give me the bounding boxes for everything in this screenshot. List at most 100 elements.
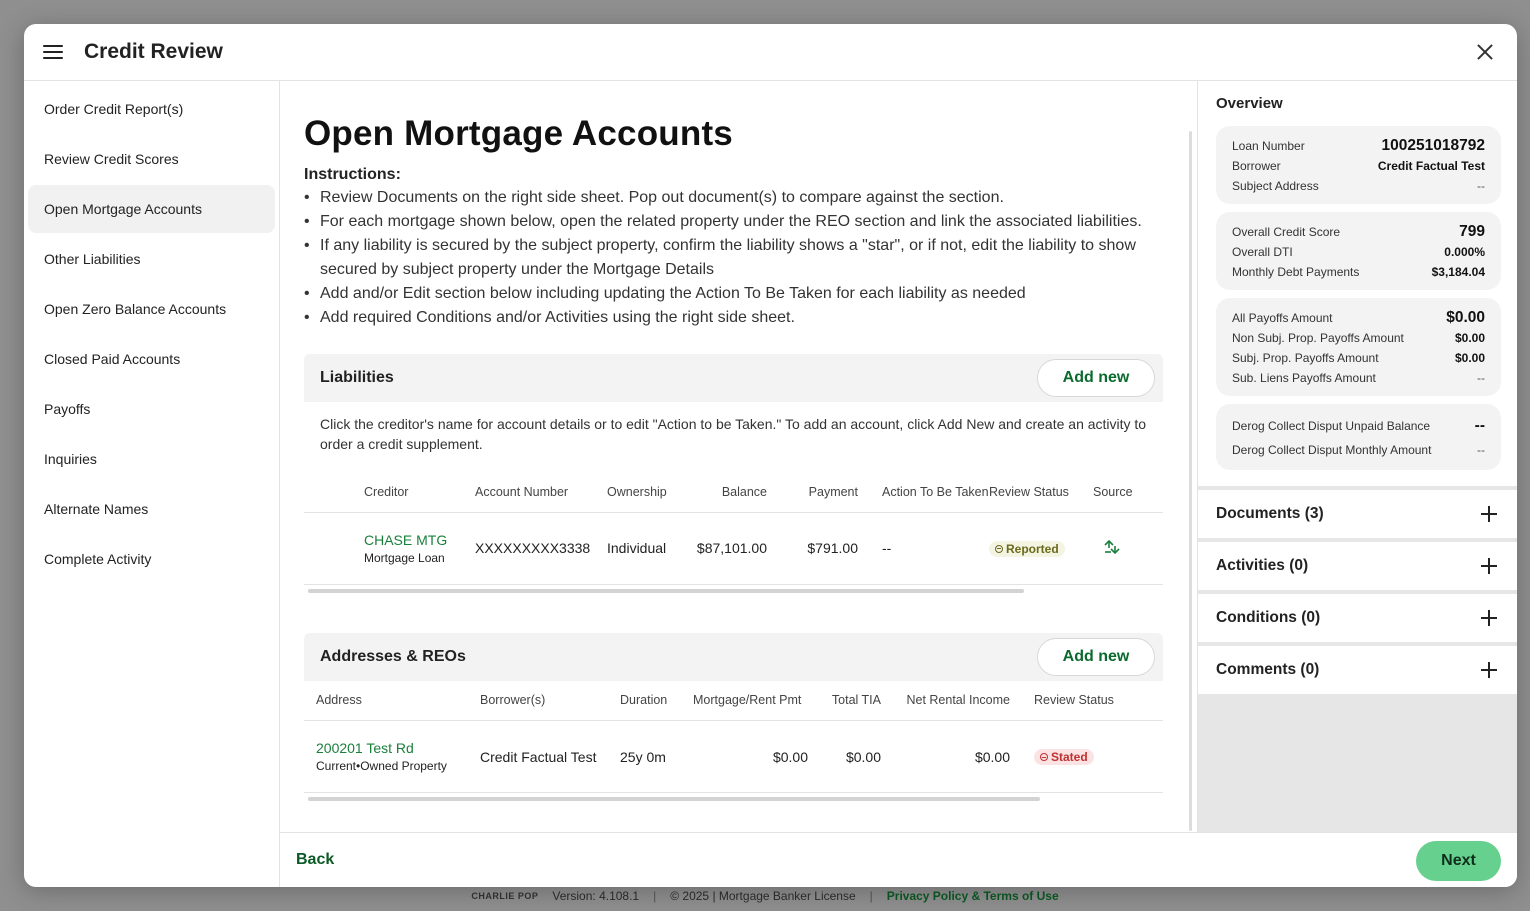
net-rental-income: $0.00	[974, 748, 1010, 765]
column-header-mortgage-rent-pmt[interactable]: Mortgage/Rent Pmt	[693, 681, 808, 721]
menu-icon[interactable]	[43, 45, 63, 59]
column-header-ownership[interactable]: Ownership	[607, 472, 693, 512]
conditions-accordion[interactable]: Conditions (0)	[1198, 594, 1517, 642]
column-header-creditor[interactable]: Creditor	[364, 472, 475, 512]
sub-liens: --	[1477, 371, 1485, 385]
privacy-link[interactable]: Privacy Policy & Terms of Use	[887, 889, 1059, 903]
liabilities-table: Creditor Account Number Ownership Balanc…	[304, 472, 1163, 585]
next-button[interactable]: Next	[1416, 841, 1501, 881]
column-header-balance[interactable]: Balance	[693, 472, 767, 512]
creditor-link[interactable]: CHASE MTG	[364, 532, 475, 548]
liability-type: Mortgage Loan	[364, 550, 445, 565]
column-header-review-status[interactable]: Review Status	[1010, 681, 1163, 721]
footer-divider: |	[653, 889, 657, 903]
column-header-address[interactable]: Address	[304, 681, 480, 721]
plus-icon[interactable]	[1481, 610, 1497, 626]
balance: $87,101.00	[696, 540, 767, 556]
loan-card: Loan Number 100251018792 Borrower Credit F…	[1216, 126, 1501, 204]
column-header-review-status[interactable]: Review Status	[989, 472, 1093, 512]
loan-number-label: Loan Number	[1232, 139, 1305, 153]
nav-item-other-liabilities[interactable]: Other Liabilities	[28, 235, 275, 283]
documents-accordion[interactable]: Documents (3)	[1198, 490, 1517, 538]
nav-item-payoffs[interactable]: Payoffs	[28, 385, 275, 433]
nav-item-open-mortgage-accounts[interactable]: Open Mortgage Accounts	[28, 185, 275, 233]
plus-icon[interactable]	[1481, 558, 1497, 574]
all-payoffs: $0.00	[1446, 309, 1485, 326]
total-tia: $0.00	[845, 748, 881, 765]
duration: 25y 0m	[620, 748, 666, 765]
nav-item-review-credit-scores[interactable]: Review Credit Scores	[28, 135, 275, 183]
reos-title: Addresses & REOs	[320, 647, 466, 665]
minus-circle-icon	[995, 544, 1003, 553]
nav-item-open-zero-balance-accounts[interactable]: Open Zero Balance Accounts	[28, 285, 275, 333]
column-header-action[interactable]: Action To Be Taken	[858, 472, 989, 512]
right-side-sheet: Overview Loan Number 100251018792 Borrowe…	[1197, 81, 1517, 832]
page-title: Open Mortgage Accounts	[304, 114, 733, 153]
column-header-source[interactable]: Source	[1093, 472, 1163, 512]
nav-item-order-credit-reports[interactable]: Order Credit Report(s)	[28, 85, 275, 133]
reos-header: Addresses & REOs Add new	[304, 632, 1163, 681]
credit-card: Overall Credit Score 799 Overall DTI 0.000…	[1216, 212, 1501, 290]
comments-accordion[interactable]: Comments (0)	[1198, 646, 1517, 694]
nav-item-closed-paid-accounts[interactable]: Closed Paid Accounts	[28, 335, 275, 383]
derog-unpaid: --	[1474, 417, 1485, 434]
borrower-label: Borrower	[1232, 159, 1281, 173]
mortgage-rent-pmt: $0.00	[772, 748, 808, 765]
add-liability-button[interactable]: Add new	[1037, 359, 1155, 397]
credit-score: 799	[1459, 223, 1485, 240]
derog-unpaid-label: Derog Collect Disput Unpaid Balance	[1232, 419, 1431, 433]
close-icon[interactable]	[1473, 40, 1497, 64]
ownership: Individual	[607, 540, 667, 556]
instruction-item: Add and/or Edit section below including …	[304, 282, 1163, 306]
table-row: CHASE MTG Mortgage Loan XXXXXXXXX3338 In…	[304, 512, 1163, 584]
modal-title: Credit Review	[84, 40, 223, 63]
liabilities-section: Liabilities Add new Click the creditor's…	[304, 354, 1163, 593]
column-header-net-rental-income[interactable]: Net Rental Income	[881, 681, 1010, 721]
nav-item-complete-activity[interactable]: Complete Activity	[28, 535, 275, 583]
column-header-payment[interactable]: Payment	[767, 472, 858, 512]
documents-label: Documents (3)	[1216, 505, 1324, 522]
activities-accordion[interactable]: Activities (0)	[1198, 542, 1517, 590]
horizontal-scrollbar[interactable]	[304, 588, 1163, 593]
instruction-item: Add required Conditions and/or Activitie…	[304, 306, 1163, 330]
all-payoffs-label: All Payoffs Amount	[1232, 311, 1333, 325]
instruction-item: For each mortgage shown below, open the …	[304, 210, 1163, 234]
action-to-be-taken: --	[882, 540, 892, 556]
instructions-list: Review Documents on the right side sheet…	[304, 186, 1163, 330]
plus-icon[interactable]	[1481, 506, 1497, 522]
column-header-account-number[interactable]: Account Number	[475, 472, 607, 512]
status-badge: Reported	[989, 540, 1065, 557]
overview-panel: Overview Loan Number 100251018792 Borrowe…	[1198, 81, 1517, 486]
nav-item-alternate-names[interactable]: Alternate Names	[28, 485, 275, 533]
column-header-borrowers[interactable]: Borrower(s)	[480, 681, 620, 721]
plus-icon[interactable]	[1481, 662, 1497, 678]
table-row: 200201 Test Rd Current•Owned Property Cr…	[304, 721, 1163, 793]
column-header-total-tia[interactable]: Total TIA	[808, 681, 881, 721]
instruction-item: Review Documents on the right side sheet…	[304, 186, 1163, 210]
address-link[interactable]: 200201 Test Rd	[316, 740, 480, 756]
app-copyright: © 2025 | Mortgage Banker License	[670, 889, 856, 903]
borrowers: Credit Factual Test	[480, 748, 597, 765]
sub-liens-label: Sub. Liens Payoffs Amount	[1232, 371, 1376, 385]
payoffs-card: All Payoffs Amount $0.00 Non Subj. Prop. …	[1216, 298, 1501, 396]
dti-label: Overall DTI	[1232, 245, 1293, 259]
monthly-debt: $3,184.04	[1431, 265, 1485, 279]
add-reo-button[interactable]: Add new	[1037, 637, 1155, 676]
subject-address-label: Subject Address	[1232, 179, 1319, 193]
minus-circle-icon	[1040, 753, 1048, 761]
back-button[interactable]: Back	[296, 851, 334, 869]
vertical-scrollbar[interactable]	[1189, 131, 1192, 831]
credit-bureau-icon[interactable]	[1103, 539, 1121, 555]
subj-payoffs: $0.00	[1454, 351, 1485, 365]
modal-header: Credit Review	[24, 24, 1517, 81]
liabilities-title: Liabilities	[320, 369, 394, 386]
left-nav: Order Credit Report(s) Review Credit Sco…	[24, 81, 280, 887]
status-badge: Stated	[1034, 749, 1094, 765]
activities-label: Activities (0)	[1216, 557, 1309, 574]
horizontal-scrollbar[interactable]	[304, 797, 1163, 801]
nav-item-inquiries[interactable]: Inquiries	[28, 435, 275, 483]
reos-section: Addresses & REOs Add new Address Borrowe…	[304, 632, 1163, 801]
account-number: XXXXXXXXX3338	[475, 540, 591, 556]
column-header-duration[interactable]: Duration	[620, 681, 693, 721]
non-subj-payoffs: $0.00	[1454, 331, 1485, 345]
